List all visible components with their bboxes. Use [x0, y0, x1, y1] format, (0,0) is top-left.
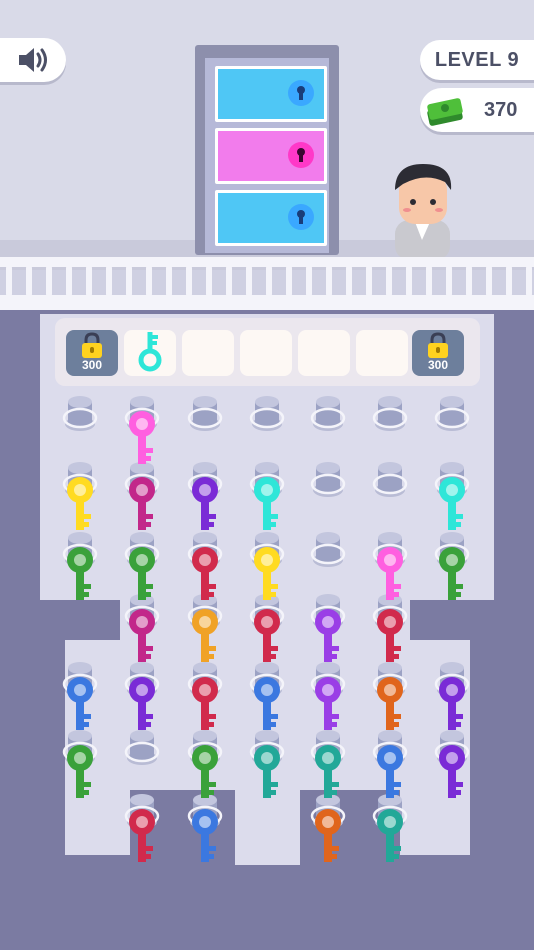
key[interactable]: [67, 677, 93, 730]
game-scene: LEVEL 9 370 300 300: [0, 0, 534, 950]
key[interactable]: [129, 547, 155, 600]
peg: [434, 396, 470, 431]
key[interactable]: [315, 677, 341, 730]
key[interactable]: [377, 809, 403, 862]
key[interactable]: [315, 809, 341, 862]
peg: [62, 396, 98, 431]
key[interactable]: [315, 745, 341, 798]
key[interactable]: [377, 677, 403, 730]
peg: [310, 396, 346, 431]
key[interactable]: [377, 547, 403, 600]
peg: [187, 396, 223, 431]
key[interactable]: [377, 745, 403, 798]
key[interactable]: [129, 609, 155, 662]
key[interactable]: [129, 809, 155, 862]
key[interactable]: [192, 547, 218, 600]
key[interactable]: [315, 609, 341, 662]
key[interactable]: [67, 477, 93, 530]
key[interactable]: [439, 745, 465, 798]
key[interactable]: [254, 547, 280, 600]
peg: [372, 462, 408, 497]
key[interactable]: [254, 477, 280, 530]
key[interactable]: [192, 477, 218, 530]
key[interactable]: [254, 609, 280, 662]
key[interactable]: [254, 745, 280, 798]
key[interactable]: [192, 609, 218, 662]
key[interactable]: [439, 677, 465, 730]
key[interactable]: [192, 677, 218, 730]
key[interactable]: [377, 609, 403, 662]
peg-board: [62, 396, 470, 862]
key[interactable]: [129, 477, 155, 530]
key[interactable]: [254, 677, 280, 730]
peg: [124, 730, 160, 765]
peg: [310, 532, 346, 567]
key[interactable]: [67, 745, 93, 798]
peg: [310, 462, 346, 497]
key[interactable]: [439, 477, 465, 530]
peg: [249, 396, 285, 431]
key[interactable]: [129, 411, 155, 464]
key[interactable]: [439, 547, 465, 600]
key[interactable]: [192, 745, 218, 798]
key[interactable]: [192, 809, 218, 862]
key[interactable]: [67, 547, 93, 600]
peg: [372, 396, 408, 431]
key[interactable]: [129, 677, 155, 730]
